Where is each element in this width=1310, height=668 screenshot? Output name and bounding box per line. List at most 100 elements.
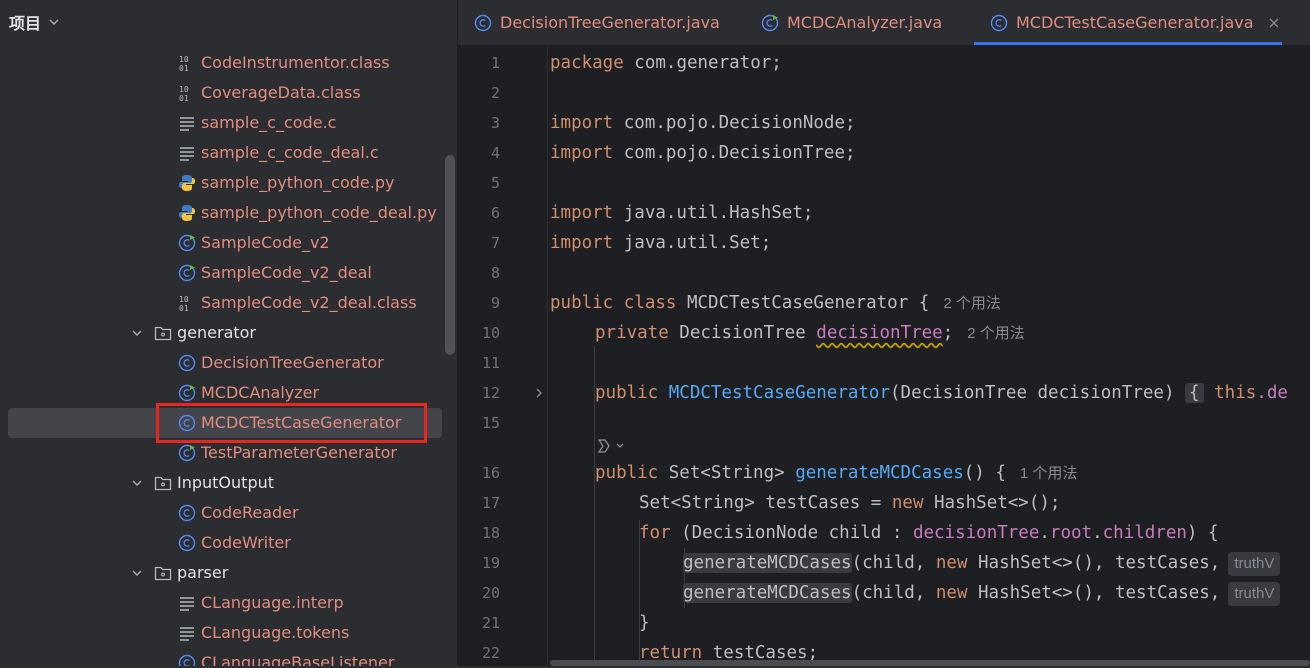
code-text: com.pojo.DecisionNode; <box>613 113 856 133</box>
gutter-separator <box>547 46 548 666</box>
line-number[interactable]: 10 <box>458 318 500 348</box>
line-number[interactable]: 17 <box>458 488 500 518</box>
tree-item-label: generator <box>177 323 257 342</box>
code-text: (DecisionNode child : <box>670 523 913 543</box>
tree-file-sample-c-code-deal-c[interactable]: sample_c_code_deal.c <box>0 138 458 168</box>
line-number[interactable]: 20 <box>458 578 500 608</box>
code-line-4[interactable]: import com.pojo.DecisionTree; <box>550 138 856 168</box>
line-number[interactable]: 21 <box>458 608 500 638</box>
tree-file-sample-python-code-py[interactable]: sample_python_code.py <box>0 168 458 198</box>
code-line-9[interactable]: public class MCDCTestCaseGenerator {2 个用… <box>550 288 1001 318</box>
keyword: public class <box>550 293 677 313</box>
tree-folder-generator[interactable]: generator <box>0 318 458 348</box>
folder-icon <box>154 564 172 582</box>
project-panel-header[interactable]: 项目 <box>0 0 458 44</box>
line-number[interactable]: 12 <box>458 378 500 408</box>
line-number[interactable]: 15 <box>458 408 500 438</box>
line-number[interactable]: 4 <box>458 138 500 168</box>
fold-expand-icon[interactable] <box>534 388 544 398</box>
tree-item-label: CLanguage.interp <box>201 593 344 612</box>
tree-file-samplecode-v2-deal-class[interactable]: 10 01 SampleCode_v2_deal.class <box>0 288 458 318</box>
code-line-20[interactable]: generateMCDCases(child, new HashSet<>(),… <box>683 578 1281 608</box>
class-file-icon: 10 01 <box>178 54 196 72</box>
line-number[interactable]: 18 <box>458 518 500 548</box>
text-file-icon <box>178 624 196 642</box>
line-number[interactable]: 7 <box>458 228 500 258</box>
tree-item-label: SampleCode_v2_deal <box>201 263 372 282</box>
line-number[interactable]: 9 <box>458 288 500 318</box>
tree-file-sample-c-code-c[interactable]: sample_c_code.c <box>0 108 458 138</box>
usages-hint[interactable]: 2 个用法 <box>943 295 1001 312</box>
tree-file-clanguage-interp[interactable]: CLanguage.interp <box>0 588 458 618</box>
chevron-down-icon[interactable] <box>131 327 143 339</box>
tree-folder-parser[interactable]: parser <box>0 558 458 588</box>
parameter-hint: truthV <box>1228 582 1281 606</box>
tree-file-clanguage-tokens[interactable]: CLanguage.tokens <box>0 618 458 648</box>
tree-file-codewriter[interactable]: CodeWriter <box>0 528 458 558</box>
chevron-down-icon[interactable] <box>131 477 143 489</box>
tree-file-codereader[interactable]: CodeReader <box>0 498 458 528</box>
tree-item-label: CodeInstrumentor.class <box>201 53 390 72</box>
usages-hint[interactable]: 1 个用法 <box>1020 465 1078 482</box>
chevron-down-icon[interactable] <box>49 17 59 27</box>
tree-item-label: sample_python_code.py <box>201 173 395 192</box>
tab-mcdc-test-case-generator[interactable]: MCDCTestCaseGenerator.java <box>990 0 1280 45</box>
code-line-1[interactable]: package com.generator; <box>550 48 782 78</box>
code-line-7[interactable]: import java.util.Set; <box>550 228 771 258</box>
editor-tab-bar: DecisionTreeGenerator.java MCDCAnalyzer.… <box>458 0 1310 46</box>
tree-file-samplecode-v2[interactable]: SampleCode_v2 <box>0 228 458 258</box>
text-file-icon <box>178 114 196 132</box>
line-number[interactable]: 8 <box>458 258 500 288</box>
line-number[interactable]: 2 <box>458 78 500 108</box>
code-line-19[interactable]: generateMCDCases(child, new HashSet<>(),… <box>683 548 1281 578</box>
keyword: this <box>1203 383 1257 403</box>
tree-item-label: CLanguage.tokens <box>201 623 350 642</box>
code-line-18[interactable]: for (DecisionNode child : decisionTree.r… <box>639 518 1219 548</box>
close-icon[interactable] <box>1268 17 1280 29</box>
tree-file-clanguagebaselistener[interactable]: CLanguageBaseListener <box>0 648 458 666</box>
keyword: import <box>550 203 614 223</box>
tree-file-coveragedata-class[interactable]: 10 01 CoverageData.class <box>0 78 458 108</box>
svg-text:01: 01 <box>179 64 189 72</box>
tree-file-sample-python-code-deal-py[interactable]: sample_python_code_deal.py <box>0 198 458 228</box>
line-number[interactable]: 1 <box>458 48 500 78</box>
java-class-icon <box>474 14 492 31</box>
line-number[interactable]: 6 <box>458 198 500 228</box>
text-file-icon <box>178 144 196 162</box>
line-number[interactable]: 16 <box>458 458 500 488</box>
line-number[interactable]: 22 <box>458 638 500 668</box>
keyword: public <box>595 383 659 403</box>
class-file-icon: 10 01 <box>178 294 196 312</box>
folded-block[interactable]: { <box>1185 383 1204 403</box>
java-class-icon <box>178 354 196 372</box>
usages-hint[interactable]: 2 个用法 <box>967 325 1025 342</box>
code-line-12[interactable]: public MCDCTestCaseGenerator(DecisionTre… <box>595 378 1288 408</box>
editor-horizontal-scrollbar[interactable] <box>550 660 1310 666</box>
line-number[interactable]: 3 <box>458 108 500 138</box>
ai-assistant-icon[interactable] <box>596 436 626 456</box>
tree-file-decisiontreegenerator[interactable]: DecisionTreeGenerator <box>0 348 458 378</box>
tree-file-samplecode-v2-deal[interactable]: SampleCode_v2_deal <box>0 258 458 288</box>
tree-item-label: sample_c_code_deal.c <box>201 143 379 162</box>
code-line-6[interactable]: import java.util.HashSet; <box>550 198 813 228</box>
code-line-3[interactable]: import com.pojo.DecisionNode; <box>550 108 856 138</box>
code-line-21[interactable]: } <box>639 608 650 638</box>
tab-mcdc-analyzer[interactable]: MCDCAnalyzer.java <box>761 0 942 45</box>
java-class-icon <box>178 654 196 666</box>
python-file-icon <box>178 174 196 192</box>
field-name: root <box>1049 523 1093 543</box>
tree-file-codeinstrumentor-class[interactable]: 10 01 CodeInstrumentor.class <box>0 48 458 78</box>
tab-decision-tree-generator[interactable]: DecisionTreeGenerator.java <box>474 0 720 45</box>
line-number[interactable]: 11 <box>458 348 500 378</box>
java-class-runnable-icon <box>178 444 196 462</box>
code-line-16[interactable]: public Set<String> generateMCDCases() {1… <box>595 458 1077 488</box>
line-number[interactable]: 19 <box>458 548 500 578</box>
code-line-10[interactable]: private DecisionTree decisionTree; 2 个用法 <box>595 318 1025 348</box>
code-line-17[interactable]: Set<String> testCases = new HashSet<>(); <box>639 488 1060 518</box>
tree-folder-inputoutput[interactable]: InputOutput <box>0 468 458 498</box>
class-file-icon: 10 01 <box>178 84 196 102</box>
line-number[interactable]: 5 <box>458 168 500 198</box>
sidebar-scrollbar[interactable] <box>445 155 455 355</box>
chevron-down-icon[interactable] <box>131 567 143 579</box>
code-text: . <box>1092 523 1103 543</box>
